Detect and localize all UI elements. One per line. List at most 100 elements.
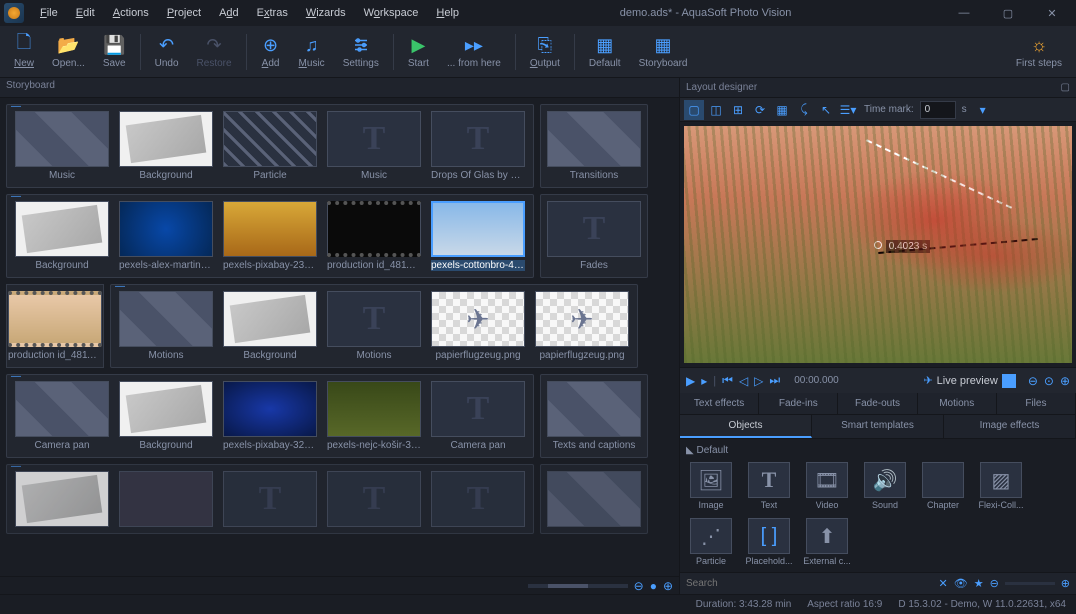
zoom-in-icon[interactable]: ⊕ bbox=[663, 579, 673, 593]
output-button[interactable]: ⎘Output bbox=[522, 28, 568, 76]
skip-back-icon[interactable]: ⏮ bbox=[722, 373, 733, 388]
storyboard-item[interactable]: TFades bbox=[540, 194, 648, 278]
zoom-out-icon[interactable]: ⊖ bbox=[634, 579, 644, 593]
tab-imageeffects[interactable]: Image effects bbox=[944, 415, 1076, 438]
play-icon[interactable]: ▶ bbox=[686, 374, 695, 388]
firststeps-button[interactable]: ☼First steps bbox=[1008, 28, 1070, 76]
zoom-fit-icon[interactable]: ⊙ bbox=[1044, 374, 1054, 388]
fromhere-button[interactable]: ▸▸... from here bbox=[439, 28, 509, 76]
storyboard-item[interactable]: pexels-pixabay-23572... bbox=[221, 201, 319, 271]
storyboard-item[interactable]: ✈papierflugzeug.png bbox=[429, 291, 527, 361]
play-arrow-icon[interactable]: ▸ bbox=[701, 374, 707, 388]
menu-extras[interactable]: Extras bbox=[249, 3, 296, 23]
object-sound[interactable]: 🔊Sound bbox=[860, 462, 910, 510]
menu-add[interactable]: Add bbox=[211, 3, 247, 23]
menu-project[interactable]: Project bbox=[159, 3, 209, 23]
menu-file[interactable]: File bbox=[32, 3, 66, 23]
maximize-button[interactable]: ▢ bbox=[988, 1, 1028, 25]
tab-objects[interactable]: Objects bbox=[680, 415, 812, 438]
default-button[interactable]: ▦Default bbox=[581, 28, 629, 76]
ld-tool-list[interactable]: ☰▾ bbox=[838, 100, 858, 120]
tab-fadeouts[interactable]: Fade-outs bbox=[838, 393, 917, 414]
storyboard-item[interactable]: production id_481187... bbox=[325, 201, 423, 271]
restore-button[interactable]: ↷Restore bbox=[189, 28, 240, 76]
object-external[interactable]: ⬆External c... bbox=[802, 518, 852, 566]
zoom-slider[interactable] bbox=[1005, 582, 1055, 585]
anchor-icon[interactable] bbox=[874, 241, 882, 249]
object-chapter[interactable]: Chapter bbox=[918, 462, 968, 510]
dot-icon[interactable]: ● bbox=[650, 579, 657, 593]
storyboard-item[interactable]: production id_481186... bbox=[6, 284, 104, 368]
storyboard-item[interactable]: T bbox=[429, 471, 527, 527]
ld-tool-shape[interactable]: ◫ bbox=[706, 100, 726, 120]
ld-tool-rotate[interactable]: ⟳ bbox=[750, 100, 770, 120]
storyboard-item[interactable]: TMusic bbox=[325, 111, 423, 181]
storyboard-group[interactable]: Background pexels-alex-martin-11... pexe… bbox=[6, 194, 534, 278]
storyboard-item[interactable]: Texts and captions bbox=[540, 374, 648, 458]
storyboard-item[interactable]: Transitions bbox=[540, 104, 648, 188]
tab-motions[interactable]: Motions bbox=[918, 393, 997, 414]
storyboard-item[interactable]: T bbox=[325, 471, 423, 527]
search-input[interactable] bbox=[686, 578, 933, 589]
storyboard-item[interactable] bbox=[540, 464, 648, 534]
storyboard-group[interactable]: T T T bbox=[6, 464, 534, 534]
storyboard-area[interactable]: Music Background Particle TMusic TDrops … bbox=[0, 98, 679, 576]
ld-tool-select[interactable]: ▢ bbox=[684, 100, 704, 120]
tab-smarttemplates[interactable]: Smart templates bbox=[812, 415, 944, 438]
new-button[interactable]: 🗋New bbox=[6, 28, 42, 76]
ld-tool-grid[interactable]: ⊞ bbox=[728, 100, 748, 120]
object-text[interactable]: TText bbox=[744, 462, 794, 510]
object-flexicoll[interactable]: ▨Flexi-Coll... bbox=[976, 462, 1026, 510]
menu-wizards[interactable]: Wizards bbox=[298, 3, 354, 23]
tab-fadeins[interactable]: Fade-ins bbox=[759, 393, 838, 414]
storyboard-item[interactable]: Music bbox=[13, 111, 111, 181]
storyboard-item[interactable]: TMotions bbox=[325, 291, 423, 361]
zoom-slider[interactable] bbox=[528, 584, 628, 588]
storyboard-item[interactable]: pexels-cottonbro-497... bbox=[429, 201, 527, 271]
storyboard-item[interactable]: T bbox=[221, 471, 319, 527]
eye-icon[interactable]: 👁 bbox=[954, 577, 968, 590]
object-particle[interactable]: ⋰Particle bbox=[686, 518, 736, 566]
storyboard-item[interactable]: TDrops Of Glas by Musi... bbox=[429, 111, 527, 181]
storyboard-item[interactable]: Particle bbox=[221, 111, 319, 181]
storyboard-item[interactable]: Camera pan bbox=[13, 381, 111, 451]
storyboard-group[interactable]: Music Background Particle TMusic TDrops … bbox=[6, 104, 534, 188]
ld-tool-curve[interactable]: ⤹ bbox=[794, 100, 814, 120]
object-placeholder[interactable]: [ ]Placehold... bbox=[744, 518, 794, 566]
storyboard-item[interactable]: Background bbox=[221, 291, 319, 361]
start-button[interactable]: ▶Start bbox=[400, 28, 437, 76]
tab-texteffects[interactable]: Text effects bbox=[680, 393, 759, 414]
tab-files[interactable]: Files bbox=[997, 393, 1076, 414]
storyboard-group[interactable]: Camera pan Background pexels-pixabay-326… bbox=[6, 374, 534, 458]
preview-canvas[interactable]: 0.4023 s bbox=[684, 126, 1072, 363]
star-icon[interactable]: ★ bbox=[974, 577, 984, 590]
ld-tool-arrow[interactable]: ↖ bbox=[816, 100, 836, 120]
zoom-out-icon[interactable]: ⊖ bbox=[990, 577, 999, 590]
storyboard-item[interactable]: ✈papierflugzeug.png bbox=[533, 291, 631, 361]
storyboard-item[interactable]: TCamera pan bbox=[429, 381, 527, 451]
add-button[interactable]: ⊕Add bbox=[253, 28, 289, 76]
skip-fwd-icon[interactable]: ⏭ bbox=[769, 373, 780, 388]
open-button[interactable]: 📂Open... bbox=[44, 28, 93, 76]
storyboard-item[interactable]: pexels-nejc-košir-338... bbox=[325, 381, 423, 451]
save-button[interactable]: 💾Save bbox=[95, 28, 134, 76]
zoom-in-icon[interactable]: ⊕ bbox=[1060, 374, 1070, 388]
settings-button[interactable]: Settings bbox=[335, 28, 387, 76]
minimize-button[interactable]: — bbox=[944, 1, 984, 25]
music-button[interactable]: ♫Music bbox=[291, 28, 333, 76]
object-image[interactable]: 🖼Image bbox=[686, 462, 736, 510]
zoom-out-icon[interactable]: ⊖ bbox=[1028, 374, 1038, 388]
live-preview-toggle[interactable]: ✈Live preview bbox=[923, 374, 1015, 388]
storyboard-group[interactable]: Motions Background TMotions ✈papierflugz… bbox=[110, 284, 638, 368]
panel-collapse-icon[interactable]: ▢ bbox=[1061, 82, 1070, 93]
ld-tool-align[interactable]: ▦ bbox=[772, 100, 792, 120]
undo-button[interactable]: ↶Undo bbox=[147, 28, 187, 76]
storyboard-item[interactable]: pexels-pixabay-32605... bbox=[221, 381, 319, 451]
storyboard-item[interactable]: Background bbox=[117, 381, 215, 451]
menu-edit[interactable]: Edit bbox=[68, 3, 103, 23]
timemark-dropdown[interactable]: ▾ bbox=[973, 100, 993, 120]
step-fwd-icon[interactable]: ▷ bbox=[754, 374, 763, 388]
storyboard-item[interactable]: pexels-alex-martin-11... bbox=[117, 201, 215, 271]
storyboard-item[interactable]: Background bbox=[13, 201, 111, 271]
menu-workspace[interactable]: Workspace bbox=[356, 3, 427, 23]
